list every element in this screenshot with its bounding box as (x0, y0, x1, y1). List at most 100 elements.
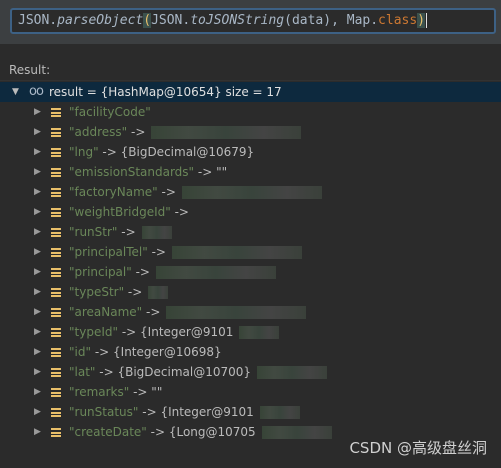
entry-text: "lng" -> {BigDecimal@10679} (69, 142, 254, 162)
entry-text: "remarks" -> "" (69, 382, 162, 402)
entry-arrow: -> (146, 425, 166, 439)
entry-text: "id" -> {Integer@10698} (69, 342, 222, 362)
entry-value: {Integer@10698} (109, 345, 222, 359)
expression-panel: JSON.parseObject(JSON.toJSONString(data)… (0, 0, 501, 44)
entry-key: "id" (69, 345, 91, 359)
map-entry-row[interactable]: ▶ "id" -> {Integer@10698} (0, 342, 501, 362)
expand-arrow-icon[interactable]: ▶ (34, 342, 41, 362)
expand-arrow-icon[interactable]: ▶ (34, 382, 41, 402)
redacted-value (141, 226, 172, 239)
entry-arrow: -> (95, 365, 114, 379)
redacted-value (171, 246, 302, 259)
map-entry-row[interactable]: ▶ "typeStr" -> (0, 282, 501, 302)
entry-text: "emissionStandards" -> "" (69, 162, 227, 182)
map-entry-row[interactable]: ▶ "runStatus" -> {Integer@9101 (0, 402, 501, 422)
map-entry-row[interactable]: ▶ "principalTel" -> (0, 242, 501, 262)
entry-arrow: -> (98, 145, 117, 159)
expand-arrow-icon[interactable]: ▶ (34, 162, 41, 182)
map-entry-icon (51, 268, 61, 277)
expand-arrow-icon[interactable]: ▶ (34, 142, 41, 162)
expand-arrow-icon[interactable]: ▶ (34, 362, 41, 382)
entry-key: "principal" (69, 265, 132, 279)
map-entry-icon (51, 308, 61, 317)
expand-arrow-icon[interactable]: ▶ (34, 262, 41, 282)
root-node-label: result = {HashMap@10654} size = 17 (49, 82, 282, 102)
entry-value: {BigDecimal@10700} (113, 365, 252, 379)
map-entry-row[interactable]: ▶ "areaName" -> (0, 302, 501, 322)
expand-arrow-icon[interactable]: ▶ (34, 322, 41, 342)
map-entry-row[interactable]: ▶ "address" -> (0, 122, 501, 142)
expand-arrow-icon[interactable]: ▶ (34, 422, 41, 442)
expand-arrow-icon[interactable]: ▶ (34, 122, 41, 142)
entry-text: "typeStr" -> (69, 282, 169, 302)
entry-arrow: -> (91, 345, 110, 359)
redacted-value (151, 126, 302, 139)
entry-key: "typeId" (69, 325, 119, 339)
entry-text: "principal" -> (69, 262, 276, 282)
map-entry-icon (51, 228, 61, 237)
map-entry-row[interactable]: ▶ "factoryName" -> (0, 182, 501, 202)
map-entry-row[interactable]: ▶ "emissionStandards" -> "" (0, 162, 501, 182)
entry-arrow: -> (131, 265, 150, 279)
redacted-value (259, 406, 300, 419)
root-node[interactable]: ▼ oo result = {HashMap@10654} size = 17 (0, 82, 501, 102)
redacted-value (155, 266, 276, 279)
entry-key: "runStatus" (69, 405, 139, 419)
entry-key: "runStr" (69, 225, 118, 239)
expr-paren-open: ( (143, 13, 152, 28)
expand-arrow-icon[interactable]: ▶ (34, 282, 41, 302)
watch-glasses-icon: oo (29, 84, 44, 99)
expression-input[interactable]: JSON.parseObject(JSON.toJSONString(data)… (10, 8, 496, 34)
redacted-value (148, 286, 169, 299)
redacted-value (166, 306, 307, 319)
expand-arrow-icon[interactable]: ▶ (34, 222, 41, 242)
entry-text: "lat" -> {BigDecimal@10700} (69, 362, 328, 382)
entry-text: "factoryName" -> (69, 182, 322, 202)
entry-text: "facilityCode" (69, 102, 151, 122)
map-entry-icon (51, 128, 61, 137)
entry-arrow: -> (157, 185, 176, 199)
map-entry-row[interactable]: ▶ "remarks" -> "" (0, 382, 501, 402)
map-entry-row[interactable]: ▶ "principal" -> (0, 262, 501, 282)
map-entry-row[interactable]: ▶ "typeId" -> {Integer@9101 (0, 322, 501, 342)
expr-part: JSON. (151, 13, 191, 28)
entry-text: "areaName" -> (69, 302, 307, 322)
expand-arrow-icon[interactable]: ▶ (34, 302, 41, 322)
map-entry-row[interactable]: ▶ "lat" -> {BigDecimal@10700} (0, 362, 501, 382)
result-label-text: Result: (9, 63, 51, 77)
entry-key: "factoryName" (69, 185, 158, 199)
redacted-value (181, 186, 322, 199)
map-entry-icon (51, 408, 61, 417)
entry-arrow: -> (142, 305, 161, 319)
entry-key: "areaName" (69, 305, 143, 319)
expand-arrow-icon[interactable]: ▶ (34, 182, 41, 202)
expand-arrow-icon[interactable]: ▶ (34, 242, 41, 262)
entry-arrow: -> (118, 325, 137, 339)
expr-keyword: class (378, 13, 418, 28)
entry-value: {Integer@9101 (156, 405, 254, 419)
entry-key: "remarks" (69, 385, 130, 399)
entry-arrow: -> (194, 165, 213, 179)
expand-arrow-icon[interactable]: ▶ (34, 202, 41, 222)
map-entry-icon (51, 428, 61, 437)
expand-arrow-icon[interactable]: ▶ (34, 102, 41, 122)
map-entry-icon (51, 348, 61, 357)
map-entry-row[interactable]: ▶ "runStr" -> (0, 222, 501, 242)
expand-arrow-icon[interactable]: ▶ (34, 402, 41, 422)
map-entry-row[interactable]: ▶ "lng" -> {BigDecimal@10679} (0, 142, 501, 162)
entry-key: "createDate" (69, 425, 147, 439)
entry-key: "address" (69, 125, 128, 139)
entry-text: "runStatus" -> {Integer@9101 (69, 402, 300, 422)
expr-paren-close: ) (417, 13, 426, 28)
expand-arrow-icon[interactable]: ▼ (12, 82, 19, 102)
entry-text: "createDate" -> {Long@10705 (69, 422, 332, 442)
map-entry-icon (51, 208, 61, 217)
result-tree[interactable]: ▼ oo result = {HashMap@10654} size = 17 … (0, 80, 501, 468)
map-entry-row[interactable]: ▶ "facilityCode" (0, 102, 501, 122)
map-entry-row[interactable]: ▶ "weightBridgeId" -> (0, 202, 501, 222)
result-label: Result: (9, 63, 50, 77)
map-entry-icon (51, 188, 61, 197)
entry-key: "principalTel" (69, 245, 148, 259)
entry-value: "" (212, 165, 228, 179)
expr-part: JSON. (18, 13, 58, 28)
